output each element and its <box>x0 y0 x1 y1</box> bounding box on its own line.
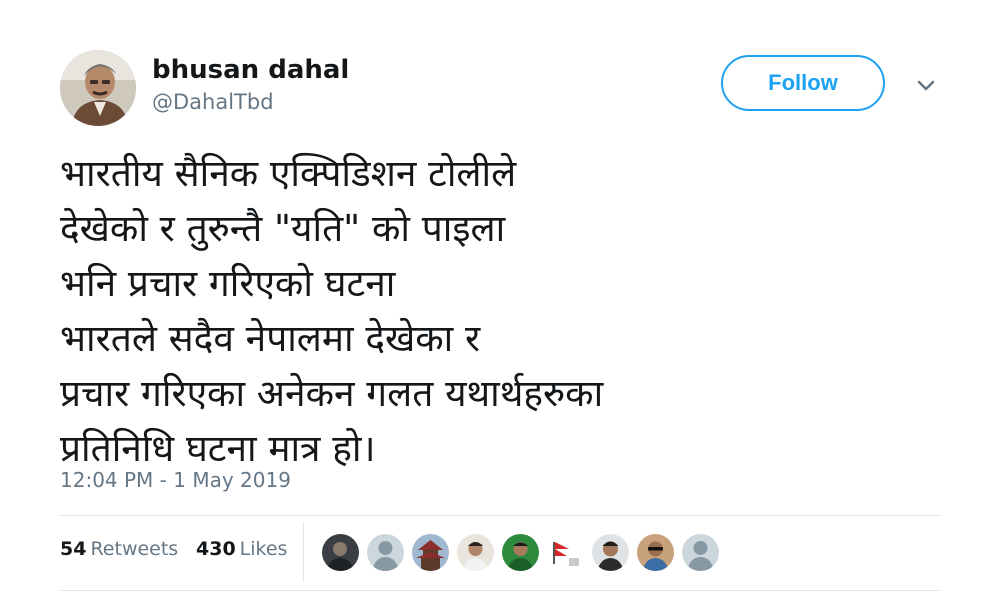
tweet-text-line: प्रचार गरिएका अनेकन गलत यथार्थहरुका <box>60 372 604 415</box>
liker-avatar-sunglasses[interactable] <box>637 534 674 571</box>
stats-divider-bottom <box>60 590 940 591</box>
retweets-stat[interactable]: 54 Retweets <box>60 538 178 560</box>
liker-avatar-dark[interactable] <box>322 534 359 571</box>
chevron-down-icon[interactable] <box>912 74 940 98</box>
retweets-count: 54 <box>60 538 87 560</box>
liker-avatar-pagoda[interactable] <box>412 534 449 571</box>
author-avatar[interactable] <box>60 50 136 126</box>
stats-divider-top <box>60 515 940 516</box>
liker-avatar-flag[interactable] <box>547 534 584 571</box>
tweet-text-line: भनि प्रचार गरिएको घटना <box>60 262 396 305</box>
liker-avatar-default[interactable] <box>682 534 719 571</box>
tweet-card: bhusan dahal @DahalTbd Follow भारतीय सैन… <box>0 0 1000 599</box>
retweets-label: Retweets <box>90 538 179 560</box>
tweet-text-line: भारतले सदैव नेपालमा देखेका र <box>60 317 481 360</box>
liker-avatar-person[interactable] <box>457 534 494 571</box>
liker-avatar-default[interactable] <box>367 534 404 571</box>
tweet-text: भारतीय सैनिक एक्पिडिशन टोलीले देखेको र त… <box>60 146 960 476</box>
author-display-name[interactable]: bhusan dahal <box>152 55 349 85</box>
follow-button[interactable]: Follow <box>721 55 885 111</box>
liker-avatar-green[interactable] <box>502 534 539 571</box>
tweet-text-line: भारतीय सैनिक एक्पिडिशन टोलीले <box>60 152 517 195</box>
likes-label: Likes <box>239 538 288 560</box>
stats-separator <box>303 522 304 582</box>
liker-avatar-person[interactable] <box>592 534 629 571</box>
likes-stat[interactable]: 430 Likes <box>196 538 287 560</box>
tweet-text-line: देखेको र तुरुन्तै "यति" को पाइला <box>60 207 506 250</box>
tweet-timestamp[interactable]: 12:04 PM - 1 May 2019 <box>60 468 291 492</box>
author-handle[interactable]: @DahalTbd <box>152 90 274 114</box>
likes-count: 430 <box>196 538 236 560</box>
